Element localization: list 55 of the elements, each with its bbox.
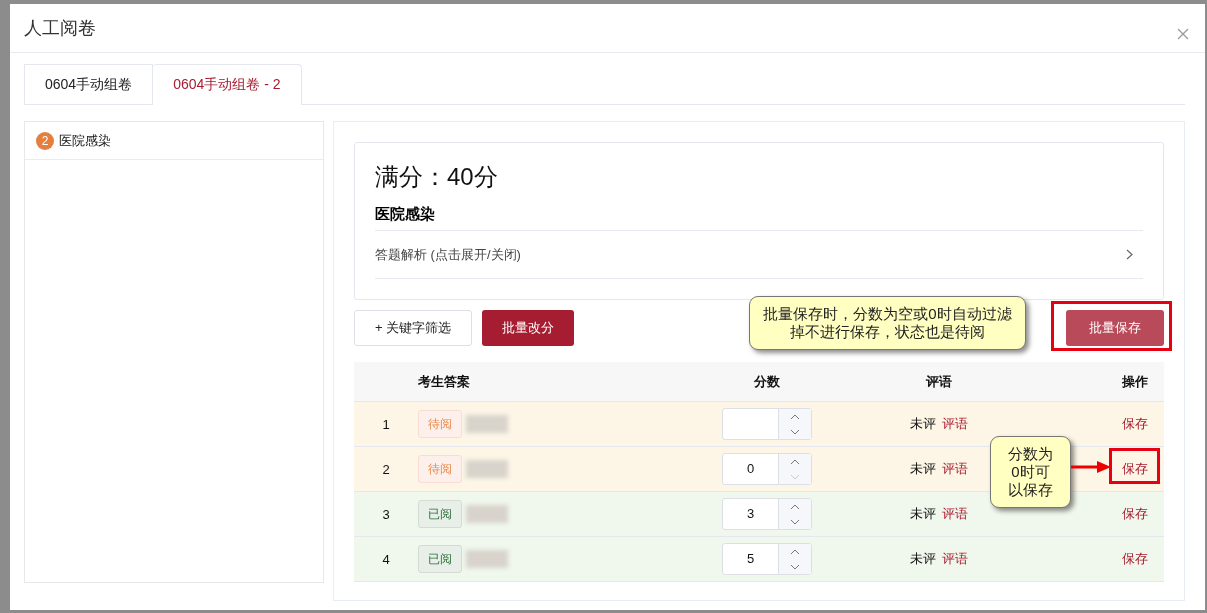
analysis-toggle[interactable]: 答题解析 (点击展开/关闭) [375, 245, 521, 264]
callout-note: 批量保存时，分数为空或0时自动过滤掉不进行保存，状态也是待阅 [749, 296, 1026, 350]
score-input[interactable]: 5 [722, 543, 812, 575]
comment-status: 未评 [910, 460, 936, 478]
tab[interactable]: 0604手动组卷 - 2 [153, 64, 302, 105]
comment-link[interactable]: 评语 [942, 415, 968, 433]
question-title: 医院感染 [375, 205, 1143, 231]
decrement-icon[interactable] [790, 428, 800, 435]
increment-icon[interactable] [790, 413, 800, 420]
dialog-title: 人工阅卷 [24, 17, 96, 40]
status-tag: 待阅 [418, 410, 462, 438]
decrement-icon[interactable] [790, 563, 800, 570]
status-tag: 已阅 [418, 500, 462, 528]
close-icon[interactable] [1177, 28, 1189, 40]
redacted-name [466, 505, 508, 523]
comment-status: 未评 [910, 415, 936, 433]
redacted-name [466, 415, 508, 433]
increment-icon[interactable] [790, 503, 800, 510]
score-input[interactable] [722, 408, 812, 440]
column-header: 考生答案 [418, 372, 471, 391]
column-header: 分数 [753, 372, 781, 391]
comment-link[interactable]: 评语 [942, 460, 968, 478]
redacted-name [466, 460, 508, 478]
status-tag: 待阅 [418, 455, 462, 483]
row-number: 4 [381, 551, 391, 567]
save-link[interactable]: 保存 [1122, 505, 1148, 523]
full-score: 满分：40分 [375, 162, 499, 192]
increment-icon[interactable] [790, 548, 800, 555]
row-number: 1 [381, 416, 391, 432]
score-input[interactable]: 0 [722, 453, 812, 485]
tab[interactable]: 0604手动组卷 [24, 64, 154, 104]
decrement-icon[interactable] [790, 518, 800, 525]
save-link[interactable]: 保存 [1122, 460, 1148, 478]
keyword-filter-button[interactable]: + 关键字筛选 [354, 310, 473, 346]
status-tag: 已阅 [418, 545, 462, 573]
column-header: 评语 [925, 372, 953, 391]
save-link[interactable]: 保存 [1122, 415, 1148, 433]
column-header: 操作 [1121, 372, 1149, 391]
batch-save-button[interactable]: 批量保存 [1066, 310, 1164, 346]
comment-link[interactable]: 评语 [942, 550, 968, 568]
count-badge: 2 [36, 131, 54, 150]
chevron-right-icon[interactable] [1126, 249, 1133, 260]
comment-status: 未评 [910, 505, 936, 523]
arrow [1071, 461, 1111, 473]
increment-icon[interactable] [790, 458, 800, 465]
comment-status: 未评 [910, 550, 936, 568]
save-link[interactable]: 保存 [1122, 550, 1148, 568]
row-number: 3 [381, 506, 391, 522]
comment-link[interactable]: 评语 [942, 505, 968, 523]
score-input[interactable]: 3 [722, 498, 812, 530]
row-number: 2 [381, 461, 391, 477]
callout-note: 分数为0时可以保存 [990, 436, 1071, 508]
batch-score-button[interactable]: 批量改分 [482, 310, 575, 346]
sidebar-item[interactable]: 医院感染 [59, 131, 111, 150]
redacted-name [466, 550, 508, 568]
